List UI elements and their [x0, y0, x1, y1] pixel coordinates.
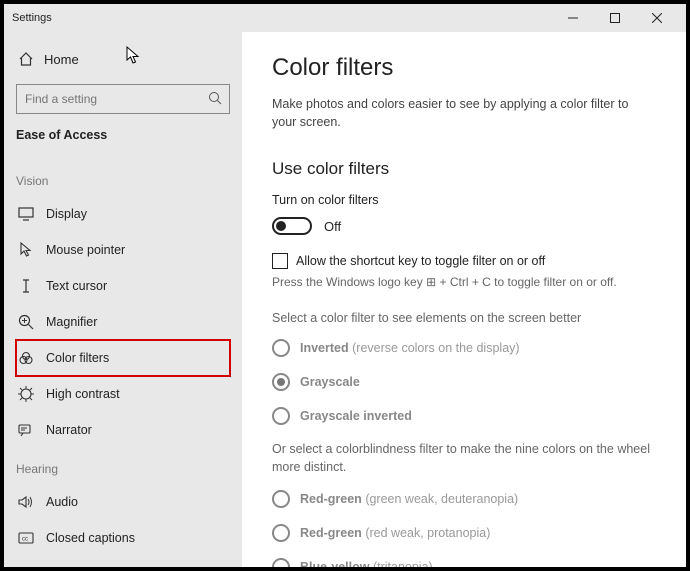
page-description: Make photos and colors easier to see by …: [272, 96, 632, 131]
sidebar-item-narrator[interactable]: Narrator: [16, 412, 230, 448]
sidebar-item-color-filters[interactable]: Color filters: [16, 340, 230, 376]
sidebar-item-label: Audio: [46, 495, 78, 509]
sidebar-item-label: Mouse pointer: [46, 243, 125, 257]
sidebar-item-label: High contrast: [46, 387, 120, 401]
toggle-label: Turn on color filters: [272, 193, 656, 207]
radio-grayscale[interactable]: Grayscale: [272, 373, 656, 391]
color-filters-icon: [18, 350, 34, 366]
filter-select-label: Select a color filter to see elements on…: [272, 311, 656, 325]
closed-captions-icon: cc: [18, 532, 34, 544]
windows-key-icon: ⊞: [426, 275, 436, 289]
sidebar-item-closed-captions[interactable]: cc Closed captions: [16, 520, 230, 556]
sidebar-item-magnifier[interactable]: Magnifier: [16, 304, 230, 340]
color-filters-toggle[interactable]: [272, 217, 312, 235]
radio-button[interactable]: [272, 490, 290, 508]
sidebar: Home Ease of Access Vision Display Mouse…: [4, 32, 242, 567]
home-icon: [18, 51, 34, 67]
sidebar-item-high-contrast[interactable]: High contrast: [16, 376, 230, 412]
magnifier-icon: [18, 314, 34, 330]
search-icon: [208, 91, 222, 105]
minimize-button[interactable]: [552, 4, 594, 32]
audio-icon: [18, 495, 34, 509]
shortcut-hint: Press the Windows logo key ⊞ + Ctrl + C …: [272, 275, 656, 289]
sidebar-item-label: Display: [46, 207, 87, 221]
shortcut-checkbox[interactable]: [272, 253, 288, 269]
radio-button[interactable]: [272, 339, 290, 357]
maximize-button[interactable]: [594, 4, 636, 32]
sidebar-item-label: Color filters: [46, 351, 109, 365]
svg-text:cc: cc: [22, 537, 28, 543]
content-area: Color filters Make photos and colors eas…: [242, 32, 686, 567]
window-title: Settings: [12, 12, 552, 24]
sidebar-item-label: Closed captions: [46, 531, 135, 545]
home-button[interactable]: Home: [16, 42, 230, 76]
radio-grayscale-inverted[interactable]: Grayscale inverted: [272, 407, 656, 425]
radio-button[interactable]: [272, 373, 290, 391]
sidebar-item-display[interactable]: Display: [16, 196, 230, 232]
group-label-hearing: Hearing: [16, 462, 230, 476]
sidebar-item-mouse-pointer[interactable]: Mouse pointer: [16, 232, 230, 268]
group-label-vision: Vision: [16, 174, 230, 188]
search-box[interactable]: [16, 84, 230, 114]
shortcut-checkbox-label: Allow the shortcut key to toggle filter …: [296, 254, 545, 268]
high-contrast-icon: [18, 386, 34, 402]
radio-inverted[interactable]: Inverted (reverse colors on the display): [272, 339, 656, 357]
sidebar-item-label: Text cursor: [46, 279, 107, 293]
close-button[interactable]: [636, 4, 678, 32]
sidebar-item-label: Narrator: [46, 423, 92, 437]
narrator-icon: [18, 423, 34, 437]
text-cursor-icon: [18, 278, 34, 294]
home-label: Home: [44, 52, 79, 67]
section-heading: Use color filters: [272, 159, 656, 179]
sidebar-item-label: Magnifier: [46, 315, 97, 329]
radio-button[interactable]: [272, 524, 290, 542]
radio-button[interactable]: [272, 558, 290, 567]
mouse-pointer-icon: [18, 242, 34, 258]
search-input[interactable]: [16, 84, 230, 114]
category-title: Ease of Access: [16, 128, 230, 142]
radio-blueyellow-trit[interactable]: Blue-yellow (tritanopia): [272, 558, 656, 567]
radio-redgreen-deut[interactable]: Red-green (green weak, deuteranopia): [272, 490, 656, 508]
radio-redgreen-prot[interactable]: Red-green (red weak, protanopia): [272, 524, 656, 542]
sidebar-item-text-cursor[interactable]: Text cursor: [16, 268, 230, 304]
display-icon: [18, 207, 34, 221]
sidebar-item-audio[interactable]: Audio: [16, 484, 230, 520]
colorblind-intro: Or select a colorblindness filter to mak…: [272, 441, 652, 476]
titlebar: Settings: [4, 4, 686, 32]
toggle-state: Off: [324, 219, 341, 234]
page-title: Color filters: [272, 54, 656, 82]
radio-button[interactable]: [272, 407, 290, 425]
